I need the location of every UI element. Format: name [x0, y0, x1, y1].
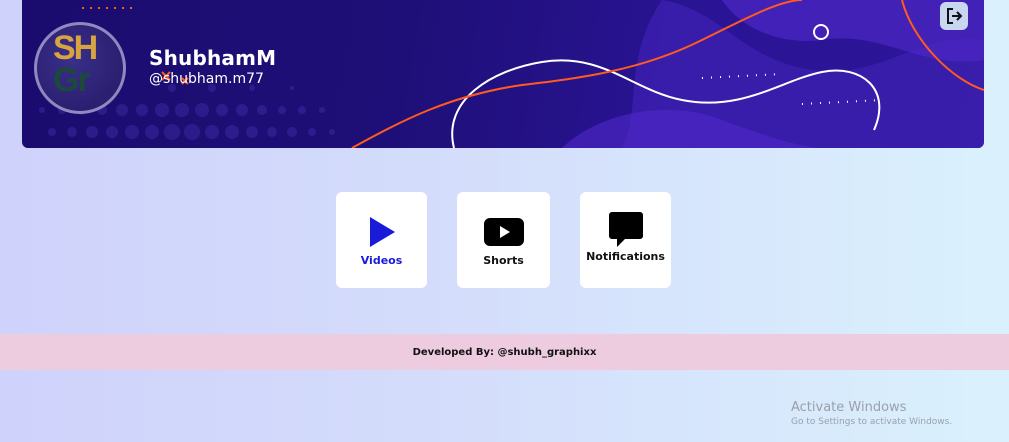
windows-activation-watermark: Activate Windows Go to Settings to activ…: [791, 400, 952, 428]
message-icon: [608, 212, 643, 248]
avatar[interactable]: SH Gr: [34, 22, 126, 114]
watermark-subtitle: Go to Settings to activate Windows.: [791, 417, 953, 427]
channel-name: ShubhamM: [149, 46, 277, 70]
youtube-icon: [483, 214, 524, 250]
play-icon: [367, 214, 397, 250]
videos-label: Videos: [360, 254, 403, 267]
profile-banner: SH Gr ShubhamM @shubham.m77: [22, 0, 984, 148]
logout-icon: [947, 8, 963, 24]
footer: Developed By: @shubh_graphixx: [0, 334, 1009, 370]
watermark-title: Activate Windows: [791, 400, 907, 415]
logout-button[interactable]: [940, 2, 968, 30]
shorts-card[interactable]: Shorts: [457, 192, 550, 288]
channel-handle: @shubham.m77: [149, 71, 264, 87]
notifications-label: Notifications: [586, 250, 665, 263]
videos-card[interactable]: Videos: [336, 192, 427, 288]
avatar-monogram-bottom: Gr: [53, 61, 91, 99]
shorts-label: Shorts: [483, 254, 524, 267]
avatar-monogram-top: SH: [53, 29, 98, 67]
footer-credit: Developed By: @shubh_graphixx: [412, 346, 597, 358]
notifications-card[interactable]: Notifications: [580, 192, 671, 288]
